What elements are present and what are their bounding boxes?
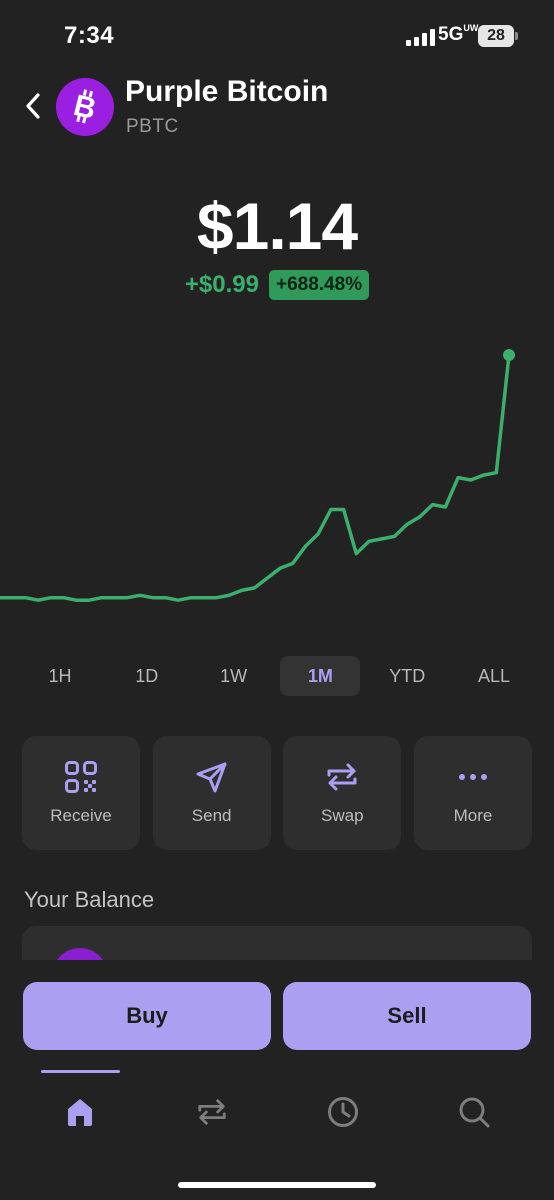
send-label: Send	[191, 806, 232, 825]
status-time: 7:34	[64, 22, 115, 49]
search-icon	[459, 1097, 490, 1128]
send-icon	[196, 762, 227, 793]
more-label: More	[453, 806, 493, 825]
coin-logo: B	[56, 78, 114, 136]
balance-title: Your Balance	[24, 887, 155, 912]
price-change: +$0.99 +688.48%	[0, 270, 554, 300]
swap-label: Swap	[321, 806, 364, 825]
coin-ticker: PBTC	[126, 116, 179, 137]
tab-activity[interactable]	[323, 1092, 363, 1132]
swap-icon	[327, 763, 357, 791]
range-all[interactable]: ALL	[454, 656, 534, 696]
qr-code-icon	[65, 761, 97, 793]
range-1d[interactable]: 1D	[107, 656, 187, 696]
send-button[interactable]: Send	[152, 736, 271, 850]
balance-coin-avatar	[52, 948, 108, 960]
battery-indicator: 28	[478, 25, 514, 47]
more-icon	[458, 774, 487, 780]
range-1m[interactable]: 1M	[280, 656, 361, 696]
tab-search[interactable]	[454, 1092, 494, 1132]
price-chart[interactable]	[0, 330, 554, 630]
receive-label: Receive	[50, 806, 112, 825]
battery-cap	[515, 32, 518, 40]
current-price: $1.14	[196, 189, 358, 263]
coin-name: Purple Bitcoin	[125, 75, 329, 108]
back-button[interactable]	[20, 88, 48, 124]
price-change-percent-badge: +688.48%	[268, 270, 370, 300]
chart-latest-point	[503, 349, 515, 361]
price-change-amount: +$0.99	[184, 271, 259, 298]
range-1w[interactable]: 1W	[194, 656, 274, 696]
receive-button[interactable]: Receive	[22, 736, 140, 850]
range-1h[interactable]: 1H	[20, 656, 100, 696]
time-range-selector: 1H 1D 1W 1M YTD ALL	[20, 656, 534, 696]
chevron-left-icon	[26, 93, 40, 119]
signal-icon	[406, 28, 435, 46]
more-button[interactable]: More	[413, 736, 532, 850]
home-icon	[68, 1099, 92, 1126]
sell-button[interactable]: Sell	[283, 982, 531, 1050]
balance-card[interactable]	[22, 926, 532, 960]
tab-home[interactable]	[60, 1092, 100, 1132]
swap-button[interactable]: Swap	[283, 736, 402, 850]
range-ytd[interactable]: YTD	[367, 656, 447, 696]
tab-active-indicator	[41, 1070, 120, 1073]
swap-icon	[198, 1099, 226, 1125]
home-indicator	[178, 1182, 376, 1188]
bitcoin-icon: B	[70, 89, 99, 126]
tab-swap[interactable]	[192, 1092, 232, 1132]
buy-button[interactable]: Buy	[23, 982, 271, 1050]
action-buttons: Receive Send Swap More	[22, 736, 532, 850]
chart-line	[0, 353, 511, 602]
network-indicator: 5GUW	[438, 23, 479, 46]
clock-icon	[328, 1097, 358, 1127]
